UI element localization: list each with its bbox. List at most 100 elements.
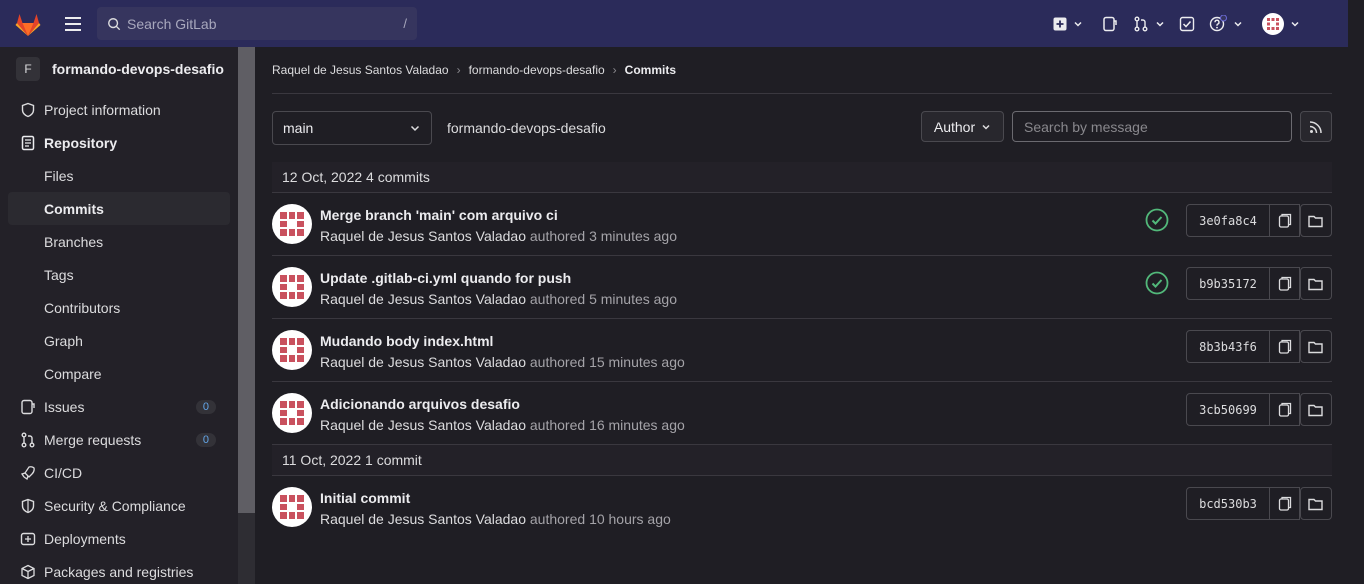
browse-files-button[interactable] <box>1300 330 1332 363</box>
sidebar-item-label: Files <box>44 167 74 184</box>
author-avatar[interactable] <box>272 267 312 307</box>
sidebar-item-label: CI/CD <box>44 464 83 481</box>
pipeline-passed-icon[interactable] <box>1145 271 1169 295</box>
copy-sha-button[interactable] <box>1270 267 1300 300</box>
chevron-right-icon: › <box>612 63 617 77</box>
project-avatar: F <box>16 57 40 81</box>
commit-title-link[interactable]: Mudando body index.html <box>320 333 493 349</box>
commit-author-link[interactable]: Raquel de Jesus Santos Valadao <box>320 291 526 307</box>
author-avatar[interactable] <box>272 393 312 433</box>
commit-day-header: 12 Oct, 2022 4 commits <box>272 162 1332 193</box>
sidebar-item-project-information[interactable]: Project information <box>8 93 230 126</box>
sidebar-item-compare[interactable]: Compare <box>8 357 230 390</box>
help-nav-dropdown[interactable] <box>1204 0 1248 47</box>
new-item-dropdown[interactable] <box>1044 0 1092 47</box>
issues-nav-button[interactable] <box>1092 0 1128 47</box>
commit-verb: authored <box>529 354 586 370</box>
commit-title-link[interactable]: Update .gitlab-ci.yml quando for push <box>320 270 571 286</box>
commit-author-link[interactable]: Raquel de Jesus Santos Valadao <box>320 228 526 244</box>
rss-feed-button[interactable] <box>1300 111 1332 142</box>
gitlab-logo-icon[interactable] <box>0 0 56 47</box>
sidebar-item-files[interactable]: Files <box>8 159 230 192</box>
browse-files-button[interactable] <box>1300 267 1332 300</box>
commit-row: Mudando body index.html Raquel de Jesus … <box>272 319 1332 382</box>
branch-select-value: main <box>283 120 314 136</box>
chevron-down-icon <box>1156 21 1164 27</box>
copy-sha-button[interactable] <box>1270 487 1300 520</box>
browse-files-button[interactable] <box>1300 487 1332 520</box>
sidebar-item-tags[interactable]: Tags <box>8 258 230 291</box>
author-avatar[interactable] <box>272 204 312 244</box>
copy-icon <box>1278 339 1291 354</box>
commit-title-link[interactable]: Merge branch 'main' com arquivo ci <box>320 207 558 223</box>
commit-time: 5 minutes ago <box>589 291 678 307</box>
commit-sha-link[interactable]: 3e0fa8c4 <box>1186 204 1270 237</box>
issues-count-badge: 0 <box>195 399 216 414</box>
sidebar-item-packages-registries[interactable]: Packages and registries <box>8 555 230 584</box>
sidebar-item-deployments[interactable]: Deployments <box>8 522 230 555</box>
search-by-message-placeholder: Search by message <box>1024 118 1148 135</box>
sidebar-item-label: Commits <box>44 200 104 217</box>
sidebar-item-security-compliance[interactable]: Security & Compliance <box>8 489 230 522</box>
sidebar-item-branches[interactable]: Branches <box>8 225 230 258</box>
top-navbar: Search GitLab / <box>0 0 1348 47</box>
sidebar-item-ci-cd[interactable]: CI/CD <box>8 456 230 489</box>
user-menu-dropdown[interactable] <box>1248 0 1314 47</box>
issues-icon <box>20 399 36 415</box>
merge-requests-count-badge: 0 <box>195 432 216 447</box>
commit-title-link[interactable]: Adicionando arquivos desafio <box>320 396 520 412</box>
menu-hamburger-icon[interactable] <box>56 0 90 47</box>
sidebar-item-label: Security & Compliance <box>44 497 186 514</box>
commit-author-link[interactable]: Raquel de Jesus Santos Valadao <box>320 511 526 527</box>
pipeline-passed-icon[interactable] <box>1145 208 1169 232</box>
global-search-input[interactable]: Search GitLab / <box>97 7 417 40</box>
sidebar-scrollbar-thumb[interactable] <box>238 47 255 513</box>
author-avatar[interactable] <box>272 487 312 527</box>
sidebar-item-label: Tags <box>44 266 74 283</box>
search-shortcut-hint: / <box>403 16 407 31</box>
merge-requests-nav-dropdown[interactable] <box>1128 0 1170 47</box>
breadcrumb-current[interactable]: Commits <box>625 63 676 77</box>
breadcrumb-user-link[interactable]: Raquel de Jesus Santos Valadao <box>272 63 449 77</box>
search-icon <box>108 17 121 30</box>
sidebar-item-merge-requests[interactable]: Merge requests 0 <box>8 423 230 456</box>
commit-title-link[interactable]: Initial commit <box>320 490 410 506</box>
commit-author-link[interactable]: Raquel de Jesus Santos Valadao <box>320 354 526 370</box>
sidebar-project-header[interactable]: F formando-devops-desafio <box>0 47 254 91</box>
breadcrumb: Raquel de Jesus Santos Valadao › formand… <box>272 47 1332 94</box>
commit-sha-link[interactable]: bcd530b3 <box>1186 487 1270 520</box>
sidebar-item-commits[interactable]: Commits <box>8 192 230 225</box>
copy-sha-button[interactable] <box>1270 393 1300 426</box>
search-by-message-input[interactable]: Search by message <box>1012 111 1292 142</box>
copy-sha-button[interactable] <box>1270 204 1300 237</box>
browse-files-button[interactable] <box>1300 204 1332 237</box>
sidebar-item-graph[interactable]: Graph <box>8 324 230 357</box>
sidebar-item-repository[interactable]: Repository <box>8 126 230 159</box>
breadcrumb-project-link[interactable]: formando-devops-desafio <box>469 63 605 77</box>
todos-nav-button[interactable] <box>1170 0 1204 47</box>
page-scrollbar[interactable] <box>1348 0 1364 584</box>
commit-author-link[interactable]: Raquel de Jesus Santos Valadao <box>320 417 526 433</box>
issues-icon <box>1103 16 1117 31</box>
commit-time: 15 minutes ago <box>589 354 685 370</box>
package-icon <box>20 564 36 580</box>
sidebar-item-issues[interactable]: Issues 0 <box>8 390 230 423</box>
commit-row: Merge branch 'main' com arquivo ci Raque… <box>272 193 1332 256</box>
author-avatar[interactable] <box>272 330 312 370</box>
sidebar-item-contributors[interactable]: Contributors <box>8 291 230 324</box>
sidebar-item-label: Merge requests <box>44 431 142 448</box>
sidebar-item-label: Compare <box>44 365 102 382</box>
commit-sha-link[interactable]: 8b3b43f6 <box>1186 330 1270 363</box>
commits-filter-bar: main formando-devops-desafio Author Sear… <box>272 94 1332 162</box>
browse-files-button[interactable] <box>1300 393 1332 426</box>
author-filter-label: Author <box>933 118 976 135</box>
sidebar-item-label: Project information <box>44 101 161 118</box>
author-filter-dropdown[interactable]: Author <box>921 111 1004 142</box>
branch-select-dropdown[interactable]: main <box>272 111 432 145</box>
commit-sha-link[interactable]: 3cb50699 <box>1186 393 1270 426</box>
todo-checkbox-icon <box>1179 16 1195 31</box>
copy-sha-button[interactable] <box>1270 330 1300 363</box>
commit-sha-link[interactable]: b9b35172 <box>1186 267 1270 300</box>
commit-time: 16 minutes ago <box>589 417 685 433</box>
merge-request-icon <box>1134 16 1148 31</box>
